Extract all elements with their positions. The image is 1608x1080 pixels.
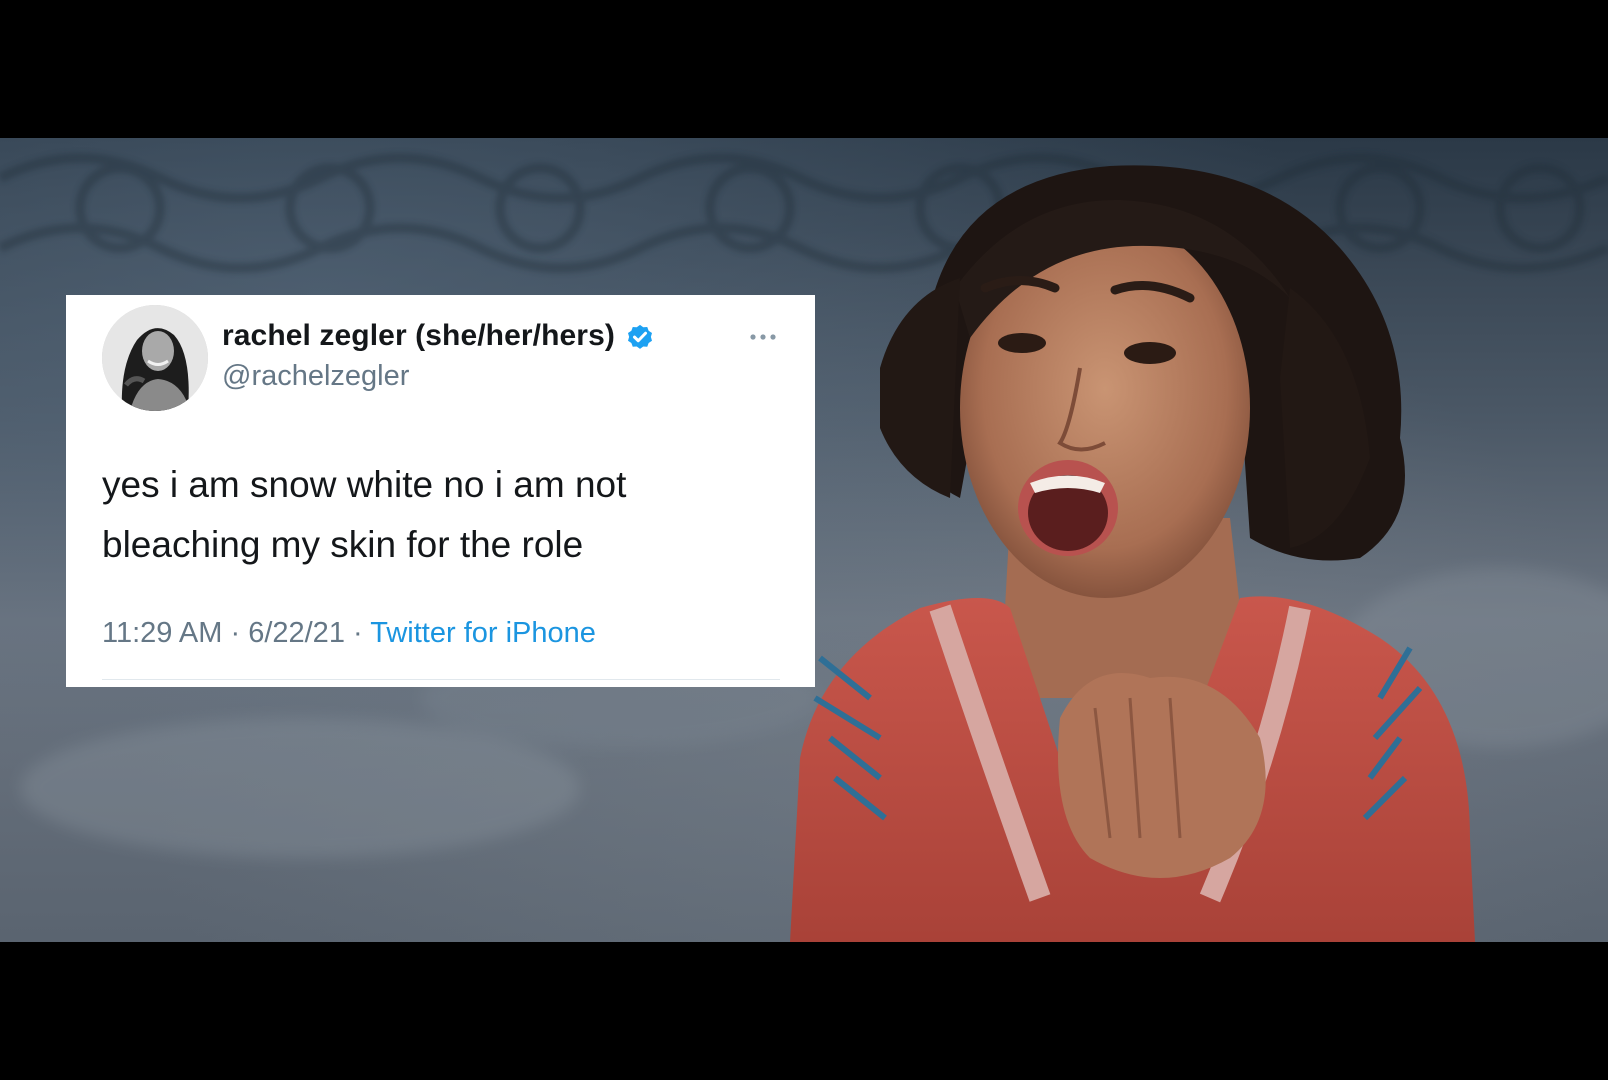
letterbox-top	[0, 0, 1608, 138]
more-options-icon[interactable]	[748, 331, 778, 343]
meta-separator: ·	[230, 617, 241, 649]
user-handle[interactable]: @rachelzegler	[222, 360, 409, 393]
tweet-card[interactable]: rachel zegler (she/her/hers) @rachelzegl…	[66, 295, 815, 687]
verified-badge-icon	[628, 324, 652, 349]
tweet-text-line: bleaching my skin for the role	[102, 524, 584, 565]
meta-separator: ·	[353, 617, 363, 649]
display-name[interactable]: rachel zegler (she/her/hers)	[222, 319, 615, 353]
tweet-metadata: 11:29 AM · 6/22/21 · Twitter for iPhone	[102, 617, 596, 650]
tweet-time[interactable]: 11:29 AM	[102, 617, 222, 649]
letterbox-bottom	[0, 942, 1608, 1080]
profile-avatar[interactable]	[102, 305, 208, 411]
tweet-date[interactable]: 6/22/21	[248, 617, 345, 649]
tweet-text: yes i am snow white no i am not bleachin…	[102, 455, 782, 575]
tweet-text-line: yes i am snow white no i am not	[102, 464, 627, 505]
tweet-source-link[interactable]: Twitter for iPhone	[370, 617, 596, 649]
avatar-photo	[102, 305, 208, 411]
meme-frame: rachel zegler (she/her/hers) @rachelzegl…	[0, 0, 1608, 1080]
tweet-divider	[102, 679, 780, 680]
